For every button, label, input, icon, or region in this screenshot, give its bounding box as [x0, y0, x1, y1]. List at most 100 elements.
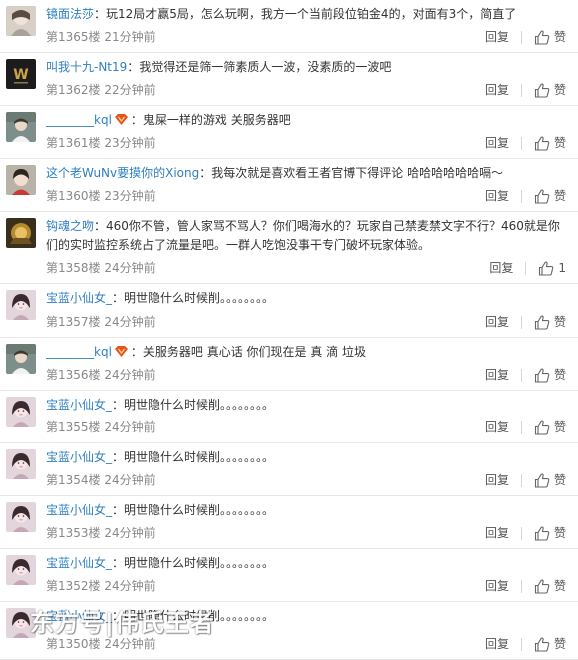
floor-number: 第1350楼 — [46, 637, 101, 651]
avatar[interactable] — [6, 165, 36, 195]
avatar[interactable]: W — [6, 59, 36, 89]
like-button[interactable]: 赞 — [534, 367, 566, 383]
reply-button[interactable]: 回复 — [485, 419, 509, 435]
avatar[interactable] — [6, 6, 36, 36]
comment-item: 宝蓝小仙女_：明世隐什么时候削。。。。。。。。 第1355楼 24分钟前 回复 赞 — [0, 391, 578, 443]
reply-button[interactable]: 回复 — [489, 260, 513, 276]
comment-text: 鬼屎一样的游戏 关服务器吧 — [142, 113, 291, 127]
like-button[interactable]: 1 — [538, 260, 566, 276]
avatar[interactable] — [6, 397, 36, 427]
comment-time: 24分钟前 — [104, 579, 156, 593]
comment-item: 宝蓝小仙女_：明世隐什么时候削。。。。。。。。 第1357楼 24分钟前 回复 赞 — [0, 284, 578, 338]
avatar[interactable] — [6, 112, 36, 142]
floor-number: 第1362楼 — [46, 83, 101, 97]
avatar[interactable] — [6, 218, 36, 248]
comment-item: 宝蓝小仙女_：明世隐什么时候削。。。。。。。。 第1353楼 24分钟前 回复 赞 — [0, 496, 578, 549]
like-label: 赞 — [553, 637, 566, 651]
username-link[interactable]: 这个老WuNv要摸你的Xiong — [46, 166, 199, 180]
reply-button[interactable]: 回复 — [485, 314, 509, 330]
comment-meta: 第1360楼 23分钟前 — [46, 188, 156, 204]
comment-time: 23分钟前 — [104, 189, 156, 203]
comment-meta: 第1350楼 24分钟前 — [46, 636, 156, 652]
like-button[interactable]: 赞 — [534, 525, 566, 541]
reply-button[interactable]: 回复 — [485, 578, 509, 594]
like-button[interactable]: 赞 — [534, 135, 566, 151]
avatar[interactable] — [6, 290, 36, 320]
comment-meta: 第1362楼 22分钟前 — [46, 82, 156, 98]
username-link[interactable]: ________kql — [46, 113, 112, 127]
thumbs-up-icon — [534, 82, 550, 98]
username-link[interactable]: 钩魂之吻 — [46, 219, 94, 233]
colon-separator: ： — [199, 166, 212, 180]
username-link[interactable]: 宝蓝小仙女_ — [46, 398, 112, 412]
like-button[interactable]: 赞 — [534, 636, 566, 652]
action-divider — [520, 136, 522, 150]
comment-item: 镜面法莎：玩12局才赢5局，怎么玩啊，我方一个当前段位铂金4的，对面有3个，简直… — [0, 0, 578, 53]
reply-button[interactable]: 回复 — [485, 367, 509, 383]
avatar[interactable] — [6, 502, 36, 532]
avatar[interactable] — [6, 344, 36, 374]
colon-separator: ： — [94, 219, 107, 233]
avatar[interactable] — [6, 449, 36, 479]
comment-actions: 回复 赞 — [485, 578, 566, 594]
action-divider — [520, 315, 522, 329]
colon-separator: ： — [112, 398, 125, 412]
comment-meta: 第1355楼 24分钟前 — [46, 419, 156, 435]
like-label: 赞 — [553, 30, 566, 44]
floor-number: 第1355楼 — [46, 420, 101, 434]
username-link[interactable]: 叫我十九-Nt19 — [46, 60, 127, 74]
reply-button[interactable]: 回复 — [485, 525, 509, 541]
avatar[interactable] — [6, 555, 36, 585]
like-button[interactable]: 赞 — [534, 314, 566, 330]
like-button[interactable]: 赞 — [534, 419, 566, 435]
like-button[interactable]: 赞 — [534, 29, 566, 45]
username-link[interactable]: 宝蓝小仙女_ — [46, 556, 112, 570]
like-button[interactable]: 赞 — [534, 472, 566, 488]
like-button[interactable]: 赞 — [534, 82, 566, 98]
comment-actions: 回复 赞 — [485, 636, 566, 652]
username-link[interactable]: 镜面法莎 — [46, 7, 94, 21]
comment-text: 玩12局才赢5局，怎么玩啊，我方一个当前段位铂金4的，对面有3个，简直了 — [106, 7, 517, 21]
comment-meta: 第1361楼 23分钟前 — [46, 135, 156, 151]
comment-actions: 回复 赞 — [485, 188, 566, 204]
action-divider — [520, 637, 522, 651]
comment-time: 24分钟前 — [104, 526, 156, 540]
username-link[interactable]: 宝蓝小仙女_ — [46, 503, 112, 517]
username-link[interactable]: 宝蓝小仙女_ — [46, 450, 112, 464]
like-button[interactable]: 赞 — [534, 188, 566, 204]
floor-number: 第1352楼 — [46, 579, 101, 593]
floor-number: 第1360楼 — [46, 189, 101, 203]
colon-separator: ： — [112, 450, 125, 464]
comment-body: ________kql ：鬼屎一样的游戏 关服务器吧 — [46, 111, 560, 130]
comment-meta: 第1357楼 24分钟前 — [46, 314, 156, 330]
reply-button[interactable]: 回复 — [485, 82, 509, 98]
thumbs-up-icon — [534, 135, 550, 151]
action-divider — [520, 579, 522, 593]
comment-item: 宝蓝小仙女_：明世隐什么时候削。。。。。。。。 第1352楼 24分钟前 回复 赞 — [0, 549, 578, 602]
username-link[interactable]: 宝蓝小仙女_ — [46, 291, 112, 305]
comment-text: 我每次就是喜欢看王者官博下得评论 哈哈哈哈哈哈嗝～ — [211, 166, 504, 180]
reply-button[interactable]: 回复 — [485, 188, 509, 204]
comment-time: 24分钟前 — [104, 261, 156, 275]
username-link[interactable]: ________kql — [46, 345, 112, 359]
comment-item: 宝蓝小仙女_：明世隐什么时候削。。。。。。。。 第1354楼 24分钟前 回复 赞 — [0, 443, 578, 496]
colon-separator: ： — [112, 291, 125, 305]
reply-button[interactable]: 回复 — [485, 135, 509, 151]
action-divider — [520, 30, 522, 44]
comment-body: 宝蓝小仙女_：明世隐什么时候削。。。。。。。。 — [46, 501, 560, 520]
reply-button[interactable]: 回复 — [485, 472, 509, 488]
comment-item: 这个老WuNv要摸你的Xiong：我每次就是喜欢看王者官博下得评论 哈哈哈哈哈哈… — [0, 159, 578, 212]
like-label: 赞 — [553, 526, 566, 540]
comment-meta: 第1356楼 24分钟前 — [46, 367, 156, 383]
like-label: 赞 — [553, 83, 566, 97]
comment-body: 镜面法莎：玩12局才赢5局，怎么玩啊，我方一个当前段位铂金4的，对面有3个，简直… — [46, 5, 560, 24]
comment-actions: 回复 赞 — [485, 367, 566, 383]
comment-text: 关服务器吧 真心话 你们现在是 真 滴 垃圾 — [142, 345, 366, 359]
like-button[interactable]: 赞 — [534, 578, 566, 594]
comment-body: 叫我十九-Nt19：我觉得还是筛一筛素质人一波，没素质的一波吧 — [46, 58, 560, 77]
reply-button[interactable]: 回复 — [485, 636, 509, 652]
thumbs-up-icon — [534, 29, 550, 45]
comment-time: 24分钟前 — [104, 420, 156, 434]
action-divider — [525, 261, 527, 275]
reply-button[interactable]: 回复 — [485, 29, 509, 45]
